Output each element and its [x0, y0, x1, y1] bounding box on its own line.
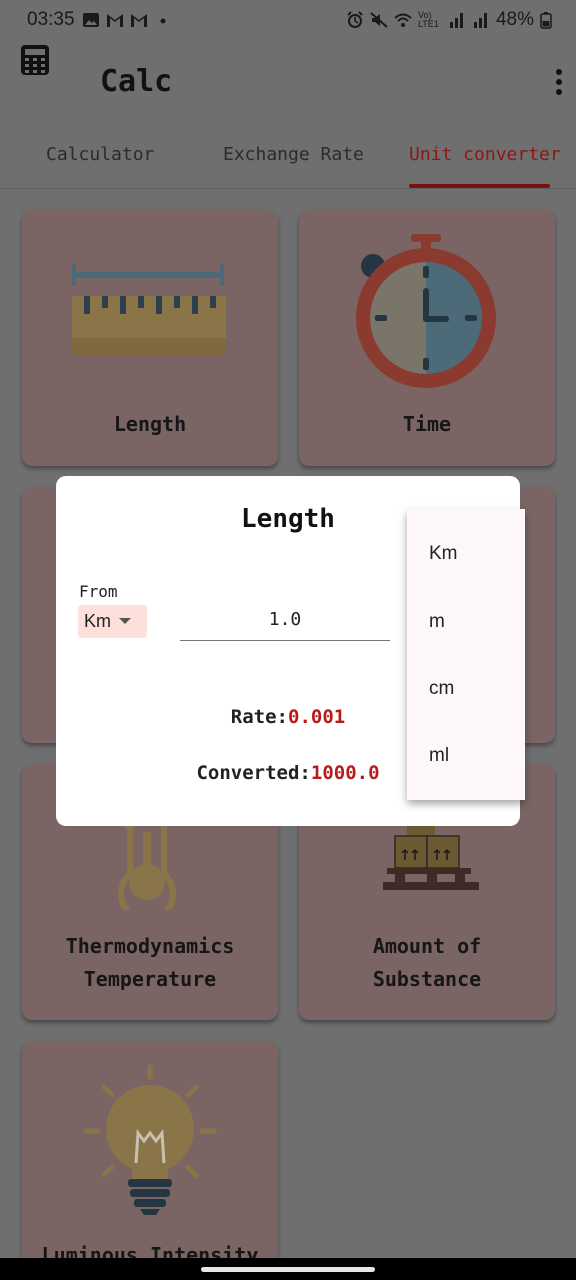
from-label: From: [79, 582, 118, 601]
card-label: Length: [113, 412, 187, 436]
dot-icon: [160, 18, 166, 24]
active-tab-indicator: [409, 184, 550, 188]
unit-option-m[interactable]: m: [429, 611, 445, 633]
card-label: Temperature: [83, 967, 217, 991]
signal-icon: [473, 13, 487, 28]
battery-icon: [540, 12, 552, 29]
thermometer-icon: [118, 824, 176, 910]
more-options-icon[interactable]: [554, 68, 564, 98]
status-bar: 03:35 Vo) LTE1 48%: [0, 0, 576, 42]
notification-icons: [82, 11, 172, 29]
rate-label: Rate:: [230, 706, 288, 728]
system-nav-bar: [0, 1258, 576, 1280]
unit-option-ml[interactable]: ml: [429, 745, 449, 767]
app-bar: Calc: [0, 42, 576, 132]
tab-calculator[interactable]: Calculator: [46, 144, 154, 165]
card-length[interactable]: Length: [22, 210, 278, 466]
amount-input[interactable]: [180, 598, 390, 641]
rate-value: 0.001: [288, 706, 346, 728]
tab-exchange-rate[interactable]: Exchange Rate: [223, 144, 364, 165]
card-luminous-intensity[interactable]: Luminous Intensity: [22, 1041, 278, 1280]
selected-unit: Km: [84, 611, 111, 631]
stopwatch-icon: [356, 234, 496, 388]
app-title: Calc: [100, 64, 173, 99]
gallery-icon: [83, 13, 99, 27]
wifi-icon: [394, 13, 412, 27]
card-label: Substance: [372, 967, 482, 991]
converted-label: Converted:: [196, 762, 311, 784]
from-unit-select[interactable]: Km: [78, 605, 147, 638]
calculator-icon: [21, 45, 49, 75]
alarm-icon: [347, 11, 363, 28]
signal-icon: [449, 13, 463, 28]
tab-bar: Calculator Exchange Rate Unit converter: [0, 132, 576, 189]
card-time[interactable]: Time: [299, 210, 555, 466]
card-label: Amount of: [372, 934, 482, 958]
light-bulb-icon: [83, 1064, 217, 1215]
gmail-icon: [131, 14, 147, 27]
converted-value: 1000.0: [310, 762, 380, 784]
dropdown-arrow-icon: [119, 618, 131, 624]
gmail-icon: [107, 14, 123, 27]
card-label: Time: [402, 412, 452, 436]
unit-dropdown-menu: Km m cm ml: [407, 509, 525, 800]
ruler-icon: [72, 264, 226, 356]
home-gesture-handle[interactable]: [201, 1267, 375, 1272]
unit-option-cm[interactable]: cm: [429, 678, 454, 700]
mute-icon: [370, 12, 388, 28]
boxes-pallet-icon: [383, 826, 479, 890]
system-icons: Vo) LTE1 48%: [346, 9, 552, 31]
status-time: 03:35: [27, 9, 75, 30]
unit-option-km[interactable]: Km: [429, 543, 458, 565]
network-type: Vo) LTE1: [417, 10, 439, 29]
tab-unit-converter[interactable]: Unit converter: [409, 144, 561, 165]
battery-percent: 48%: [495, 9, 534, 30]
card-label: Thermodynamics: [65, 934, 235, 958]
